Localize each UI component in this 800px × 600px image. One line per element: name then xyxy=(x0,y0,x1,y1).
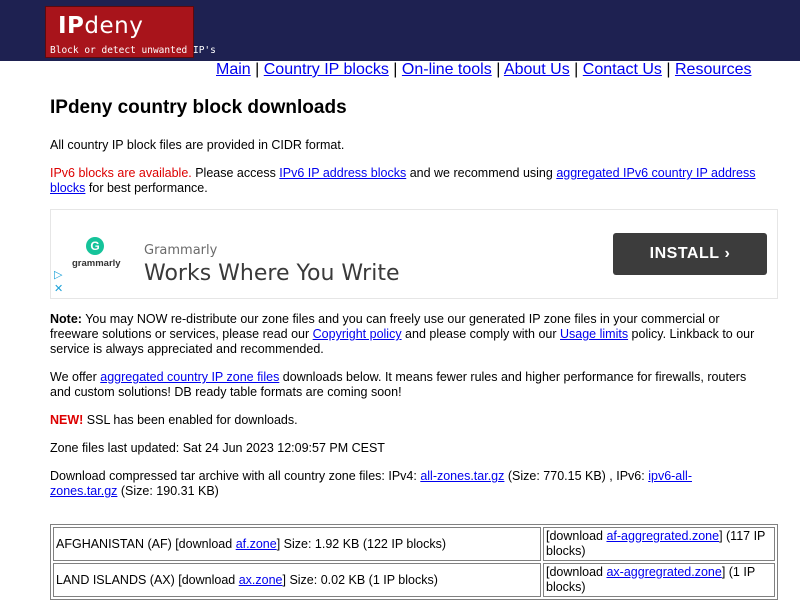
cidr-info: All country IP block files are provided … xyxy=(50,138,345,152)
ipv6-alert: IPv6 blocks are available. xyxy=(50,166,192,180)
zone-download-link[interactable]: ax.zone xyxy=(239,573,283,587)
aggregated-zone-files-link[interactable]: aggregated country IP zone files xyxy=(100,370,279,384)
ad-brand: Grammarly xyxy=(144,243,218,258)
chevron-right-icon: › xyxy=(724,245,731,262)
nav-link-contact-us[interactable]: Contact Us xyxy=(583,61,662,78)
zone-cell: LAND ISLANDS (AX) [download ax.zone] Siz… xyxy=(53,563,541,597)
note-paragraph: Note: You may NOW re-distribute our zone… xyxy=(50,312,755,356)
nav-link-main[interactable]: Main xyxy=(216,61,251,78)
nav-separator: | xyxy=(666,61,671,78)
top-nav: Main | Country IP blocks | On-line tools… xyxy=(216,60,751,79)
grammarly-logo-icon: G xyxy=(86,237,104,255)
usage-limits-link[interactable]: Usage limits xyxy=(560,327,628,341)
ipv6-blocks-link[interactable]: IPv6 IP address blocks xyxy=(279,166,406,180)
new-badge: NEW! xyxy=(50,413,84,427)
nav-link-online-tools[interactable]: On-line tools xyxy=(402,61,492,78)
page-title: IPdeny country block downloads xyxy=(50,97,347,118)
aggregated-zone-download-link[interactable]: ax-aggregrated.zone xyxy=(606,565,721,579)
logo-title: IPdeny xyxy=(58,13,144,39)
zone-download-link[interactable]: af.zone xyxy=(236,537,277,551)
last-updated: Zone files last updated: Sat 24 Jun 2023… xyxy=(50,441,385,455)
note-label: Note: xyxy=(50,312,82,326)
ad-choices[interactable]: ▷ ✕ xyxy=(54,268,66,296)
nav-separator: | xyxy=(393,61,398,78)
logo-tagline: Block or detect unwanted IP's xyxy=(50,45,216,56)
copyright-policy-link[interactable]: Copyright policy xyxy=(313,327,402,341)
nav-separator: | xyxy=(255,61,260,78)
adchoices-icon[interactable]: ▷ xyxy=(54,268,66,282)
site-logo[interactable]: IPdeny Block or detect unwanted IP's xyxy=(45,6,216,58)
header-bar: IPdeny Block or detect unwanted IP's xyxy=(0,0,800,61)
aggregated-zone-download-link[interactable]: af-aggregrated.zone xyxy=(606,529,719,543)
close-icon[interactable]: ✕ xyxy=(54,282,66,296)
nav-separator: | xyxy=(496,61,501,78)
table-row: LAND ISLANDS (AX) [download ax.zone] Siz… xyxy=(53,563,775,597)
nav-link-about-us[interactable]: About Us xyxy=(504,61,570,78)
zone-cell: AFGHANISTAN (AF) [download af.zone] Size… xyxy=(53,527,541,561)
aggregated-zone-cell: [download ax-aggregrated.zone] (1 IP blo… xyxy=(543,563,775,597)
zone-table: AFGHANISTAN (AF) [download af.zone] Size… xyxy=(50,524,778,600)
download-all-paragraph: Download compressed tar archive with all… xyxy=(50,469,692,498)
ipv6-notice: IPv6 blocks are available. Please access… xyxy=(50,166,756,195)
aggregated-zone-cell: [download af-aggregrated.zone] (117 IP b… xyxy=(543,527,775,561)
ad-logo-text: grammarly xyxy=(72,258,121,269)
table-row: AFGHANISTAN (AF) [download af.zone] Size… xyxy=(53,527,775,561)
all-zones-link[interactable]: all-zones.tar.gz xyxy=(420,469,504,483)
nav-link-country-ip-blocks[interactable]: Country IP blocks xyxy=(264,61,389,78)
ad-headline: Works Where You Write xyxy=(144,261,400,286)
offer-paragraph: We offer aggregated country IP zone file… xyxy=(50,370,747,399)
grammarly-ad[interactable]: G grammarly Grammarly Works Where You Wr… xyxy=(50,209,778,299)
ad-install-button[interactable]: INSTALL › xyxy=(613,233,767,275)
nav-link-resources[interactable]: Resources xyxy=(675,61,751,78)
nav-separator: | xyxy=(574,61,579,78)
ssl-notice: NEW! SSL has been enabled for downloads. xyxy=(50,413,298,427)
